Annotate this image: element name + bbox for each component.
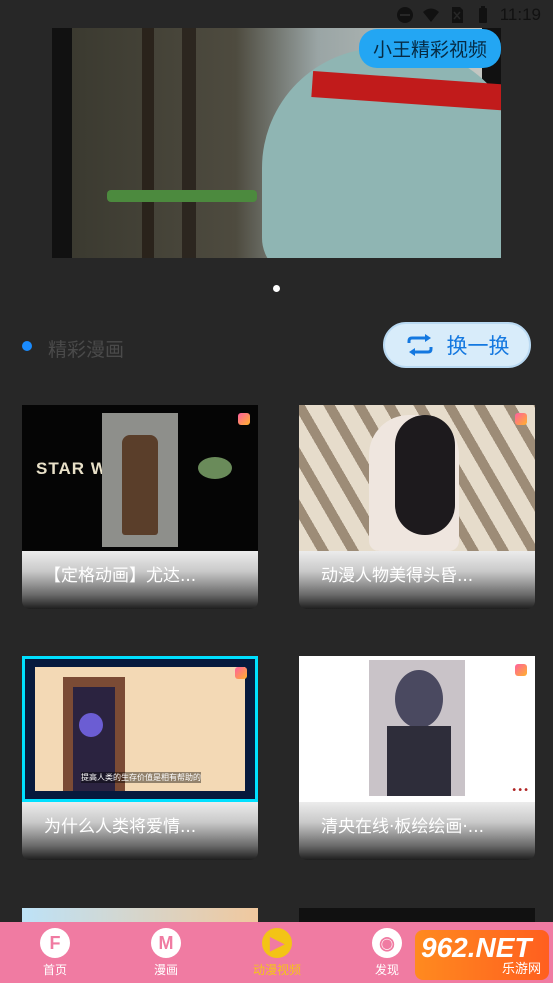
video-title: 清央在线·板绘绘画·... <box>299 802 535 860</box>
minus-circle-icon <box>396 7 413 23</box>
section-marker-dot <box>22 341 32 351</box>
video-thumbnail: STAR WARS <box>22 405 258 551</box>
comic-icon: M <box>151 928 181 958</box>
eye-icon: ◉ <box>372 928 402 958</box>
section-title: 精彩漫画 <box>48 339 125 361</box>
video-title: 为什么人类将爱情... <box>22 802 258 860</box>
status-bar: 11:19 <box>0 0 553 30</box>
more-icon: ••• <box>511 785 529 796</box>
wifi-icon <box>422 8 439 22</box>
tab-label: 发现 <box>374 963 399 977</box>
thumbnail-subtitle: 提高人类的生存价值是相有帮助的 <box>81 772 201 783</box>
video-title: 【定格动画】尤达... <box>22 551 258 609</box>
refresh-label: 换一换 <box>446 334 510 358</box>
tab-label: 首页 <box>42 963 67 977</box>
app-logo-icon <box>238 413 250 425</box>
banner-carousel[interactable]: 小王精彩视频 <box>52 28 501 258</box>
video-card[interactable]: STAR WARS 【定格动画】尤达... <box>22 405 258 611</box>
tab-label: 动漫视频 <box>252 963 301 977</box>
video-title: 动漫人物美得头昏... <box>299 551 535 609</box>
battery-icon <box>478 6 487 23</box>
video-card[interactable]: 提高人类的生存价值是相有帮助的 为什么人类将爱情... <box>22 656 258 862</box>
status-time: 11:19 <box>499 5 541 24</box>
app-logo-icon <box>515 413 527 425</box>
video-thumbnail: 提高人类的生存价值是相有帮助的 <box>22 656 258 802</box>
play-icon: ▶ <box>262 928 292 958</box>
banner-badge: 小王精彩视频 <box>358 29 501 68</box>
tab-anime-video[interactable]: ▶ 动漫视频 <box>237 928 317 978</box>
carousel-indicator-dot[interactable] <box>273 285 280 292</box>
video-card[interactable]: ••• 清央在线·板绘绘画·... <box>299 656 535 862</box>
video-thumbnail: ••• <box>299 656 535 802</box>
app-logo-icon <box>235 667 247 679</box>
refresh-button[interactable]: 换一换 <box>383 322 531 368</box>
no-sim-icon <box>451 7 463 23</box>
tab-home[interactable]: F 首页 <box>15 928 95 978</box>
app-logo-icon <box>515 664 527 676</box>
watermark-subtext: 乐游网 <box>501 962 541 977</box>
home-icon: F <box>40 928 70 958</box>
video-card[interactable]: 动漫人物美得头昏... <box>299 405 535 611</box>
tab-label: 漫画 <box>153 963 178 977</box>
video-thumbnail <box>299 405 535 551</box>
watermark: 962.NET 乐游网 <box>415 930 549 980</box>
tab-comic[interactable]: M 漫画 <box>126 928 206 978</box>
repeat-icon <box>407 334 432 356</box>
